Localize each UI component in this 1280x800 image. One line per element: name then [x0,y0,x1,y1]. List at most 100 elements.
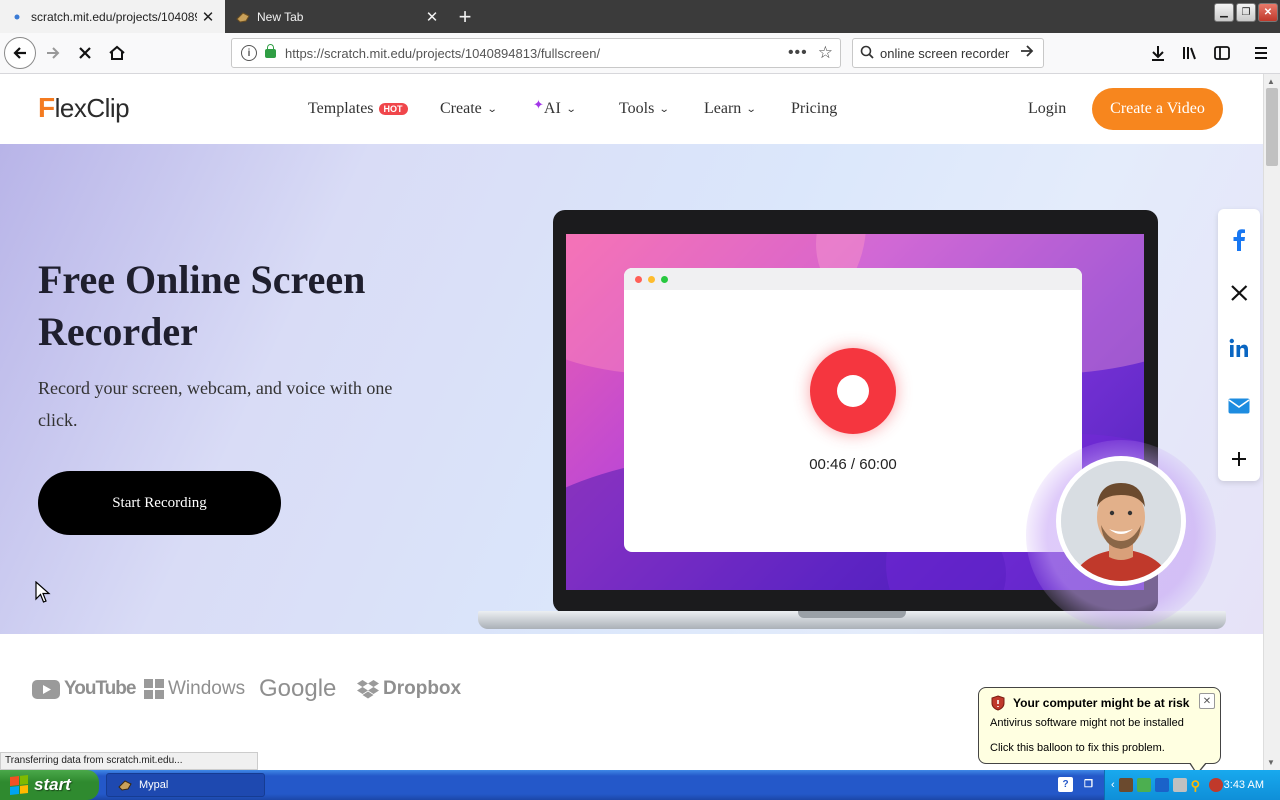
windows-taskbar: start Mypal ? ❐ ‹ ⚲ 3:43 AM [0,770,1280,800]
brand-name: Google [259,675,337,702]
tray-network-icon[interactable] [1136,778,1151,792]
search-bar[interactable]: online screen recorder [852,38,1044,68]
nav-ai[interactable]: ✦ AI ⌄ [533,97,576,118]
chevron-down-icon: ⌄ [746,103,757,115]
page-scrollbar[interactable]: ▲ ▼ [1263,74,1280,770]
download-icon [1152,46,1164,61]
nav-label: Tools [619,100,655,117]
start-button[interactable]: start [0,770,99,800]
search-icon [860,45,880,62]
x-icon[interactable] [1218,272,1260,314]
windows-logo: Windows [144,674,245,704]
balloon-title: Your computer might be at risk [1013,696,1190,710]
browser-status-bar: Transferring data from scratch.mit.edu..… [0,752,258,770]
minimize-button[interactable]: ▁ [1214,3,1234,22]
plus-icon[interactable] [1218,438,1260,480]
page-actions-icon[interactable]: ••• [788,44,808,62]
create-video-button[interactable]: Create a Video [1092,88,1223,130]
record-icon [810,348,896,434]
nav-label: AI [543,100,561,117]
balloon-close-button[interactable]: ✕ [1199,693,1215,709]
nav-tools[interactable]: Tools ⌄ [619,100,670,118]
quick-icons: ? ❐ [1058,777,1096,792]
brand-name: Dropbox [383,678,462,699]
hero-section: Free Online Screen Recorder Record your … [0,144,1263,634]
tray-monitor-icon[interactable] [1154,778,1169,792]
scroll-down-icon[interactable]: ▼ [1267,758,1275,767]
balloon-action[interactable]: Click this balloon to fix this problem. [990,742,1165,754]
webpage: FlexClip Templates HOT Create ⌄ ✦ AI ⌄ T… [0,74,1263,770]
home-icon [109,45,125,60]
browser-navbar: i https://scratch.mit.edu/projects/10408… [0,33,1280,74]
sparkle-icon: ✦ [533,97,544,112]
bookmark-star-icon[interactable]: ☆ [818,43,833,63]
recording-timer: 00:46 / 60:00 [809,456,897,473]
facebook-icon[interactable] [1218,219,1260,261]
stop-button[interactable] [70,38,100,68]
start-label: start [34,775,71,794]
google-logo: Google [259,674,336,704]
search-go-icon[interactable] [1019,44,1043,63]
downloads-button[interactable] [1143,38,1173,68]
back-button[interactable] [4,37,36,69]
nav-create[interactable]: Create ⌄ [440,100,497,118]
nav-pricing[interactable]: Pricing [791,100,837,118]
close-tab-icon[interactable]: ✕ [197,6,219,28]
start-recording-button[interactable]: Start Recording [38,471,281,535]
balloon-message: Antivirus software might not be installe… [990,717,1184,729]
restore-icon[interactable]: ❐ [1081,777,1096,792]
new-tab-button[interactable]: + [452,4,478,30]
scrollbar-thumb[interactable] [1266,88,1278,166]
hamburger-icon [1255,47,1267,59]
tab-new-tab[interactable]: New Tab ✕ [226,0,449,33]
tab-label: New Tab [257,9,304,24]
hero-title: Free Online Screen Recorder [38,257,366,354]
menu-button[interactable] [1246,38,1276,68]
flexclip-logo[interactable]: FlexClip [38,91,130,125]
sidebar-button[interactable] [1207,38,1237,68]
hot-badge: HOT [378,103,408,115]
app-titlebar [624,268,1082,290]
browser-tab-strip: scratch.mit.edu/projects/10408948 ✕ New … [0,0,1280,33]
brand-name: Windows [168,678,246,699]
mail-icon[interactable] [1218,385,1260,427]
url-bar[interactable]: i https://scratch.mit.edu/projects/10408… [231,38,841,68]
search-input[interactable]: online screen recorder [880,46,1019,61]
nav-learn[interactable]: Learn ⌄ [704,100,757,118]
system-tray: ‹ ⚲ 3:43 AM [1104,770,1280,800]
sidebar-icon [1214,46,1230,60]
help-icon[interactable]: ? [1058,777,1073,792]
security-balloon[interactable]: Your computer might be at risk Antivirus… [978,687,1221,764]
tray-search-icon[interactable]: ⚲ [1191,778,1205,793]
nav-label: Learn [704,100,742,117]
home-button[interactable] [102,38,132,68]
site-header: FlexClip Templates HOT Create ⌄ ✦ AI ⌄ T… [0,74,1263,144]
shield-warning-icon [991,695,1005,711]
tray-app-icon[interactable] [1118,778,1133,792]
taskbar-clock[interactable]: 3:43 AM [1224,779,1264,791]
tray-shield-icon[interactable] [1208,778,1223,792]
close-tab-icon[interactable]: ✕ [421,6,443,28]
tab-label: scratch.mit.edu/projects/10408948 [31,9,197,24]
login-link[interactable]: Login [1028,100,1066,118]
chevron-down-icon: ⌄ [659,103,670,115]
scroll-up-icon[interactable]: ▲ [1267,77,1275,86]
laptop-notch [798,611,906,618]
forward-button[interactable] [38,38,68,68]
tray-volume-icon[interactable] [1172,778,1187,792]
linkedin-icon[interactable] [1218,327,1260,369]
taskbar-item-mypal[interactable]: Mypal [106,773,265,797]
url-text[interactable]: https://scratch.mit.edu/projects/1040894… [285,46,788,61]
tray-expand-icon[interactable]: ‹ [1111,779,1115,791]
nav-label: Pricing [791,100,838,117]
nav-templates[interactable]: Templates HOT [308,100,408,118]
close-window-button[interactable]: ✕ [1258,3,1278,22]
forward-arrow-icon [47,47,60,59]
nav-label: Create [440,100,482,117]
library-button[interactable] [1175,38,1205,68]
info-icon[interactable]: i [241,45,257,61]
maximize-button[interactable]: ❐ [1236,3,1256,22]
lock-icon[interactable] [265,43,276,58]
logo-rest: lexClip [54,93,130,123]
tab-scratch[interactable]: scratch.mit.edu/projects/10408948 ✕ [0,0,225,33]
